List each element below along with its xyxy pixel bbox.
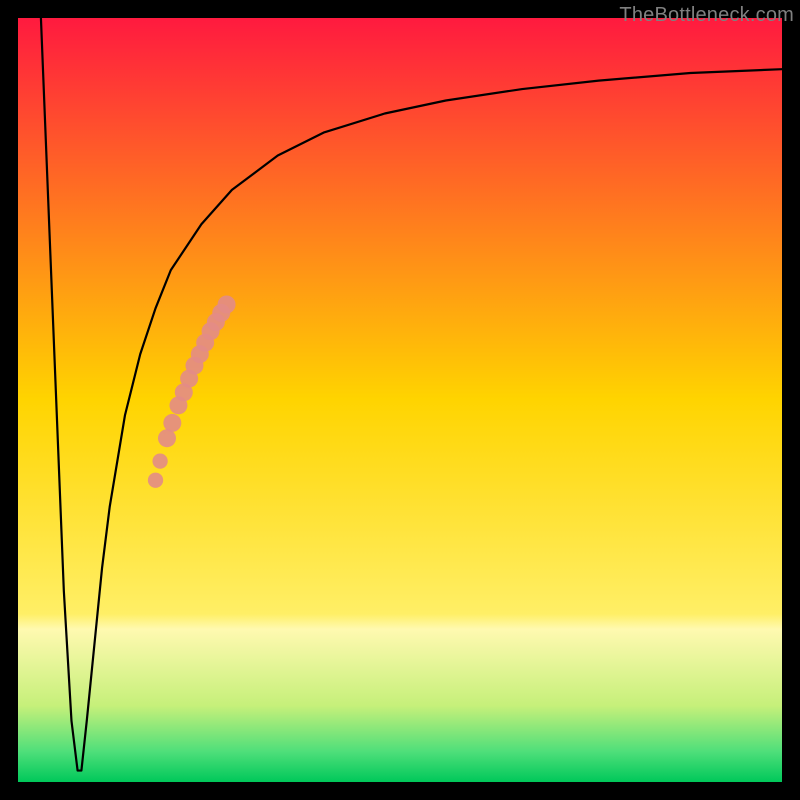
- highlight-point: [148, 473, 163, 488]
- highlight-point: [218, 296, 236, 314]
- highlight-point: [158, 429, 176, 447]
- highlight-point: [163, 414, 181, 432]
- chart-svg: [18, 18, 782, 782]
- highlight-point: [152, 453, 167, 468]
- chart-frame: TheBottleneck.com: [0, 0, 800, 800]
- watermark-text: TheBottleneck.com: [619, 4, 794, 27]
- plot-area: [18, 18, 782, 782]
- gradient-background: [18, 18, 782, 782]
